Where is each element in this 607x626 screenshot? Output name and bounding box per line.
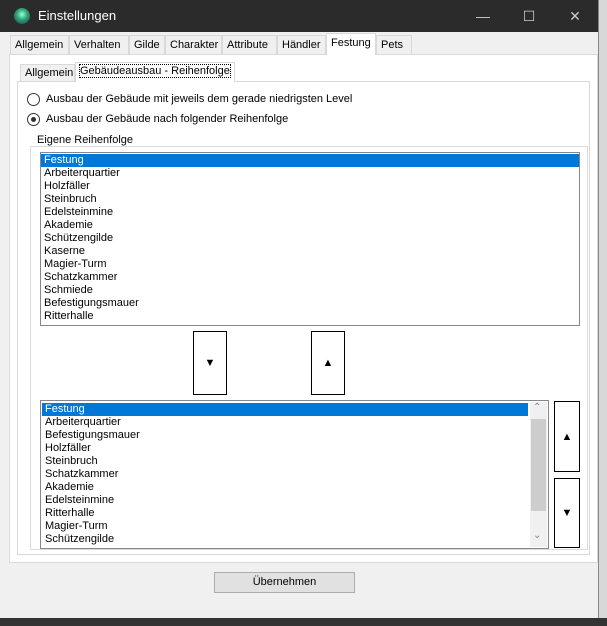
list-item[interactable]: Schmiede: [41, 284, 579, 297]
radio-circle[interactable]: [27, 92, 40, 106]
subtab-0[interactable]: Allgemein: [20, 64, 75, 81]
list-item[interactable]: Akademie: [41, 219, 579, 232]
tab-gilde[interactable]: Gilde: [129, 35, 165, 54]
list-item[interactable]: Akademie: [42, 481, 528, 494]
radio-lowest-level[interactable]: Ausbau der Gebäude mit jeweils dem gerad…: [27, 92, 352, 106]
scroll-down-arrow[interactable]: ⌄: [533, 530, 541, 541]
list-item[interactable]: Steinbruch: [42, 455, 528, 468]
list-item[interactable]: Arbeiterquartier: [42, 416, 528, 429]
add-down-button[interactable]: ▼: [193, 331, 227, 395]
scroll-thumb[interactable]: [531, 419, 546, 511]
apply-button[interactable]: Übernehmen: [214, 572, 355, 593]
maximize-button[interactable]: ☐: [506, 0, 552, 32]
minimize-button[interactable]: —: [460, 0, 506, 32]
list-item[interactable]: Edelsteinmine: [41, 206, 579, 219]
move-up-button[interactable]: ▲: [554, 401, 580, 472]
list-item[interactable]: Schatzkammer: [42, 468, 528, 481]
app-icon: [14, 8, 30, 24]
list-item[interactable]: Festung: [42, 403, 528, 416]
subtab-label: Allgemein: [25, 67, 74, 79]
list-item[interactable]: Schatzkammer: [41, 271, 579, 284]
tab-attribute[interactable]: Attribute: [222, 35, 277, 54]
close-button[interactable]: ✕: [552, 0, 598, 32]
tab-händler[interactable]: Händler: [277, 35, 326, 54]
group-label: Eigene Reihenfolge: [35, 134, 136, 146]
background-window-edge: [598, 0, 607, 626]
list-item[interactable]: Kaserne: [41, 245, 579, 258]
list-item[interactable]: Ritterhalle: [42, 507, 528, 520]
list-item[interactable]: Holzfäller: [41, 180, 579, 193]
list-item[interactable]: Ritterhalle: [41, 310, 579, 323]
subtab-1[interactable]: Gebäudeausbau - Reihenfolge: [75, 62, 235, 82]
list-item[interactable]: Steinbruch: [41, 193, 579, 206]
scroll-up-arrow[interactable]: ⌃: [533, 402, 541, 413]
move-down-button[interactable]: ▼: [554, 478, 580, 548]
tab-festung[interactable]: Festung: [326, 33, 376, 55]
list-item[interactable]: Holzfäller: [42, 442, 528, 455]
radio-circle[interactable]: [27, 112, 40, 126]
title-bar: Einstellungen — ☐ ✕: [0, 0, 598, 32]
subtab-label: Gebäudeausbau - Reihenfolge: [79, 64, 231, 78]
scrollbar[interactable]: ⌃ ⌄: [530, 402, 547, 547]
remove-up-button[interactable]: ▲: [311, 331, 345, 395]
list-item[interactable]: Festung: [41, 154, 579, 167]
radio-custom-order[interactable]: Ausbau der Gebäude nach folgender Reihen…: [27, 112, 288, 126]
radio-label: Ausbau der Gebäude mit jeweils dem gerad…: [46, 93, 353, 105]
tab-allgemein[interactable]: Allgemein: [10, 35, 69, 54]
order-list[interactable]: Festung Arbeiterquartier Befestigungsmauer…: [40, 400, 549, 549]
list-item[interactable]: Befestigungsmauer: [42, 429, 528, 442]
list-item[interactable]: Edelsteinmine: [42, 494, 528, 507]
tab-charakter[interactable]: Charakter: [165, 35, 222, 54]
radio-label: Ausbau der Gebäude nach folgender Reihen…: [46, 113, 289, 125]
taskbar-edge: [0, 618, 607, 626]
tab-verhalten[interactable]: Verhalten: [69, 35, 129, 54]
list-item[interactable]: Schützengilde: [41, 232, 579, 245]
list-item[interactable]: Befestigungsmauer: [41, 297, 579, 310]
list-item[interactable]: Arbeiterquartier: [41, 167, 579, 180]
tab-pets[interactable]: Pets: [376, 35, 412, 54]
list-item[interactable]: Schützengilde: [42, 533, 528, 546]
list-item[interactable]: Magier-Turm: [42, 520, 528, 533]
window-title: Einstellungen: [38, 8, 117, 23]
available-buildings-list[interactable]: Festung Arbeiterquartier Holzfäller Steinbr…: [40, 152, 580, 326]
list-item[interactable]: Magier-Turm: [41, 258, 579, 271]
